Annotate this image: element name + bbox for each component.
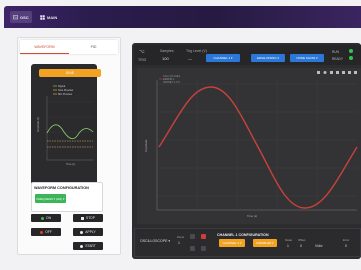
preview-legend-sine: Sine Preview (58, 88, 73, 92)
on-indicator-icon (41, 216, 45, 220)
error-value[interactable]: 0 (345, 244, 347, 248)
samples-value[interactable]: 100 (162, 56, 169, 61)
samples-label: Samples (160, 49, 174, 53)
screenshot-icon[interactable] (201, 246, 206, 251)
preview-xlabel: Time (s) (66, 163, 75, 166)
toolbar-zoom-icon[interactable] (323, 71, 327, 74)
scope-bottom-bar: OSCILLOSCOPE ▾ Zoom 1 CHANNEL 1 CONFIGUR… (134, 228, 361, 257)
plot-legend-offset: OFFSET 1.0 V (163, 80, 180, 84)
off-button-label: OFF (45, 230, 52, 234)
plot-xlabel: Time (s) (247, 214, 257, 218)
tab-waveform-label: WAVEFORM (34, 44, 55, 49)
trig-icon[interactable]: ⌥ (139, 49, 145, 55)
toolbar-save-icon[interactable] (317, 71, 320, 74)
trig-level-value[interactable]: — (188, 56, 192, 61)
trig-label: TRIG (138, 58, 147, 62)
preview-ylabel: Amplitude (V) (37, 117, 40, 132)
zoom-in-icon[interactable] (190, 234, 195, 239)
zoom-out-icon[interactable] (190, 246, 195, 251)
stop-icon (81, 216, 85, 220)
run-status-icon (349, 49, 353, 53)
trig-level-label: Trig Level (V) (186, 49, 207, 53)
run-status-label: RUN (332, 50, 339, 54)
waveform-config-card: WAVEFORM CONFIGURATION FREQUENCY (HZ) ▾ (31, 182, 103, 212)
tab-pid[interactable]: PID (69, 40, 118, 54)
on-button[interactable]: ON (31, 214, 61, 222)
oscilloscope-select[interactable]: OSCILLOSCOPE ▾ (140, 239, 170, 243)
tab-main-label: MAIN (47, 14, 58, 20)
ready-status-label: READY (332, 57, 343, 61)
left-tab-bar: WAVEFORM PID (20, 40, 118, 54)
tab-osc[interactable]: OSC (10, 11, 32, 23)
stop-button[interactable]: STOP (73, 214, 103, 222)
toolbar-box-zoom-icon[interactable] (336, 71, 339, 74)
scale-label: Scale (285, 238, 292, 242)
waveform-type-select[interactable]: SINE (39, 69, 101, 77)
record-icon[interactable] (201, 234, 206, 239)
scope-chart: Ch1 (1.0 V/div) ERROR 1 OFFSET 1.0 V Amp… (137, 68, 361, 224)
top-bar: OSC MAIN (4, 6, 361, 28)
start-icon (80, 244, 84, 248)
apply-button[interactable]: APPLY (73, 228, 103, 236)
channel-config-select[interactable]: CHANNEL 1 ▾ (219, 239, 245, 247)
offset-value[interactable]: 0 (300, 244, 302, 248)
channel-select-button[interactable]: CHANNEL 1 ▾ (206, 54, 240, 62)
channel-config-title: CHANNEL 1 CONFIGURATION (217, 233, 269, 237)
offset-label: Offset (298, 238, 306, 242)
preview-legend-min: Min Preview (58, 92, 72, 96)
waveform-preview-chart: Signal Sine Preview Min Preview Amplitud… (35, 82, 97, 167)
channel-config-select-label: CHANNEL 1 ▾ (222, 241, 242, 245)
scale-value[interactable]: 1 (287, 244, 289, 248)
zoom-value[interactable]: 1 (178, 241, 180, 245)
grid-icon (40, 14, 45, 20)
stop-button-label: STOP (86, 216, 95, 220)
zoom-label: Zoom (177, 235, 185, 239)
tab-osc-label: OSC (20, 14, 29, 20)
show-select-button[interactable]: NONE SHOW ▾ (290, 54, 324, 62)
start-button-label: START (85, 244, 96, 248)
toolbar-settings-icon[interactable] (354, 71, 357, 74)
oscilloscope-icon (13, 14, 18, 19)
channel-select-label: CHANNEL 1 ▾ (213, 56, 233, 60)
coupling-select[interactable]: DISABLED ▾ (253, 239, 277, 247)
frequency-button-label: FREQUENCY (HZ) ▾ (36, 196, 65, 201)
edge-select-label: EDGE RISING ▾ (256, 56, 279, 60)
toolbar-pan-icon[interactable] (330, 71, 333, 74)
preview-legend-signal: Signal (58, 84, 66, 88)
scope-header: ⌥ TRIG Samples 100 Trig Level (V) — CHAN… (134, 45, 361, 65)
tab-pid-label: PID (90, 45, 97, 49)
tab-waveform[interactable]: WAVEFORM (20, 40, 69, 54)
tab-main[interactable]: MAIN (40, 11, 57, 23)
toolbar-autoscale-icon[interactable] (348, 71, 351, 74)
coupling-select-label: DISABLED ▾ (256, 241, 274, 245)
plot-ylabel: Amplitude (144, 139, 148, 152)
error-label: Error (343, 238, 350, 242)
waveform-type-label: SINE (65, 71, 75, 75)
apply-button-label: APPLY (85, 230, 96, 234)
off-button[interactable]: OFF (31, 228, 61, 236)
off-indicator-icon (40, 230, 44, 234)
apply-icon (80, 230, 84, 234)
toolbar-reset-icon[interactable] (342, 71, 345, 74)
start-button[interactable]: START (73, 242, 103, 250)
unit-label: V/div (315, 244, 323, 248)
edge-select-button[interactable]: EDGE RISING ▾ (251, 54, 285, 62)
waveform-config-title: WAVEFORM CONFIGURATION (34, 186, 89, 190)
ready-status-icon (349, 56, 353, 60)
show-select-label: NONE SHOW ▾ (296, 56, 318, 60)
frequency-button[interactable]: FREQUENCY (HZ) ▾ (35, 194, 66, 203)
on-button-label: ON (46, 216, 51, 220)
scope-plot-area[interactable]: Ch1 (1.0 V/div) ERROR 1 OFFSET 1.0 V Amp… (137, 68, 361, 224)
